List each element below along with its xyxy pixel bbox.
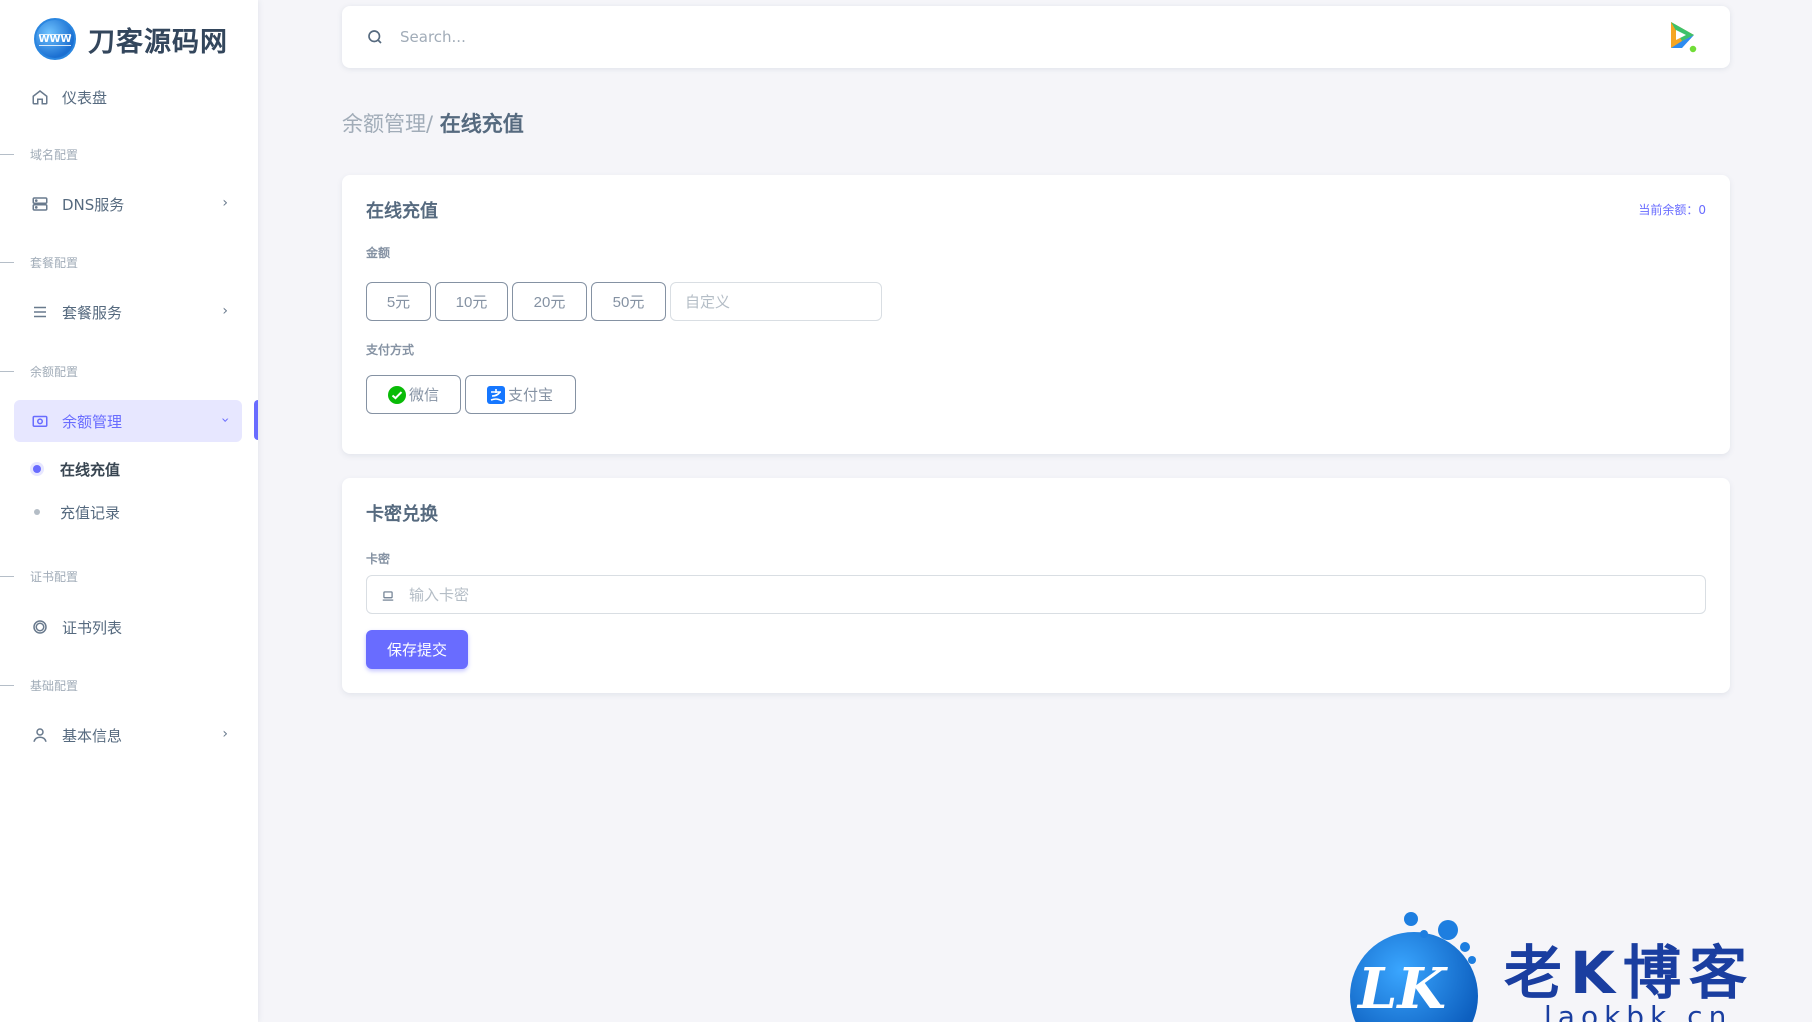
sidebar-item-dns[interactable]: DNS服务 › bbox=[14, 183, 242, 225]
pay-alipay-button[interactable]: 支付宝 bbox=[465, 375, 576, 414]
camera-icon bbox=[30, 411, 50, 431]
section-title-balance: 余额配置 bbox=[0, 363, 78, 379]
card-title: 在线充值 bbox=[366, 201, 438, 222]
watermark-url: laokbk.cn bbox=[1544, 1000, 1733, 1022]
sidebar-item-label: DNS服务 bbox=[62, 195, 125, 214]
laptop-icon bbox=[381, 588, 395, 602]
sidebar-item-balance[interactable]: 余额管理 › bbox=[14, 400, 242, 442]
brand[interactable]: WWW 刀客源码网 bbox=[34, 18, 228, 60]
amount-button-20[interactable]: 20元 bbox=[512, 282, 587, 321]
section-title-cert: 证书配置 bbox=[0, 568, 78, 584]
amount-label: 金额 bbox=[366, 246, 391, 260]
bullet-icon bbox=[34, 509, 40, 515]
chevron-right-icon: › bbox=[222, 303, 228, 319]
gear-icon bbox=[30, 617, 50, 637]
sidebar-subitem-recharge[interactable]: 在线充值 bbox=[30, 454, 120, 484]
chevron-right-icon: › bbox=[222, 726, 228, 742]
sidebar-item-basic[interactable]: 基本信息 › bbox=[14, 714, 242, 756]
chevron-down-icon: › bbox=[217, 417, 234, 423]
card-key-input[interactable] bbox=[409, 576, 1705, 613]
sidebar: WWW 刀客源码网 仪表盘 域名配置 DNS服务 › 套餐配置 套餐服务 › 余… bbox=[0, 0, 258, 1022]
pay-wechat-button[interactable]: 微信 bbox=[366, 375, 461, 414]
brand-name: 刀客源码网 bbox=[88, 26, 228, 58]
watermark: LK 老K博客 laokbk.cn bbox=[1348, 912, 1812, 1022]
wechat-icon bbox=[387, 385, 407, 405]
active-indicator bbox=[254, 400, 258, 440]
search-icon bbox=[366, 28, 384, 46]
section-title-package: 套餐配置 bbox=[0, 254, 78, 270]
sidebar-item-package[interactable]: 套餐服务 › bbox=[14, 291, 242, 333]
alipay-icon bbox=[486, 385, 506, 405]
section-title-domain: 域名配置 bbox=[0, 146, 78, 162]
recharge-card: 在线充值 当前余额：0 金额 5元 10元 20元 50元 支付方式 微信 支付… bbox=[342, 175, 1730, 454]
current-balance: 当前余额：0 bbox=[1638, 203, 1706, 217]
globe-logo-icon: WWW bbox=[34, 18, 76, 60]
amount-button-5[interactable]: 5元 bbox=[366, 282, 431, 321]
amount-button-10[interactable]: 10元 bbox=[435, 282, 508, 321]
sidebar-item-label: 基本信息 bbox=[62, 726, 123, 745]
server-icon bbox=[30, 194, 50, 214]
sidebar-item-label: 余额管理 bbox=[62, 412, 123, 431]
menu-lines-icon bbox=[30, 302, 50, 322]
home-icon bbox=[30, 87, 50, 107]
search-input[interactable] bbox=[400, 22, 1000, 52]
save-submit-button[interactable]: 保存提交 bbox=[366, 630, 468, 669]
section-title-basic: 基础配置 bbox=[0, 677, 78, 693]
amount-button-50[interactable]: 50元 bbox=[591, 282, 666, 321]
avatar[interactable] bbox=[1662, 18, 1700, 56]
redeem-card: 卡密兑换 卡密 保存提交 bbox=[342, 478, 1730, 693]
page-title: 在线充值 bbox=[439, 112, 524, 136]
payment-label: 支付方式 bbox=[366, 343, 415, 357]
sidebar-subitem-records[interactable]: 充值记录 bbox=[30, 497, 120, 527]
user-icon bbox=[30, 725, 50, 745]
card-title: 卡密兑换 bbox=[366, 504, 438, 525]
breadcrumb: 余额管理/ 在线充值 bbox=[342, 108, 524, 138]
sidebar-item-dashboard[interactable]: 仪表盘 bbox=[14, 76, 242, 118]
bullet-icon bbox=[33, 465, 41, 473]
card-key-field[interactable] bbox=[366, 575, 1706, 614]
sidebar-item-cert[interactable]: 证书列表 bbox=[14, 606, 242, 648]
breadcrumb-parent[interactable]: 余额管理/ bbox=[342, 112, 433, 136]
sidebar-item-label: 证书列表 bbox=[62, 618, 123, 637]
card-key-label: 卡密 bbox=[366, 552, 391, 566]
custom-amount-input[interactable] bbox=[670, 282, 882, 321]
watermark-text: 老K博客 bbox=[1504, 939, 1755, 1007]
chevron-right-icon: › bbox=[222, 195, 228, 211]
top-navbar bbox=[342, 6, 1730, 68]
sidebar-item-label: 仪表盘 bbox=[62, 88, 108, 107]
sidebar-item-label: 套餐服务 bbox=[62, 303, 123, 322]
